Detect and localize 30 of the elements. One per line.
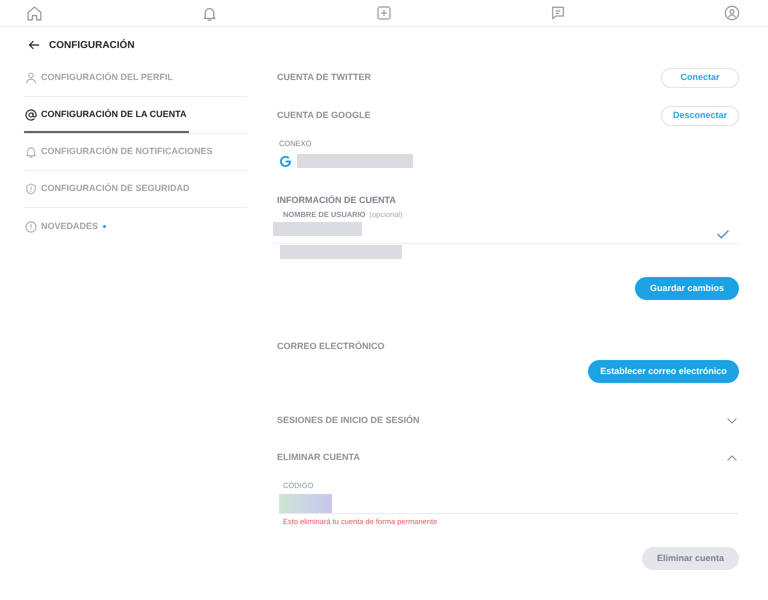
- section-title: INFORMACIÓN DE CUENTA: [277, 194, 397, 206]
- back-arrow-icon[interactable]: [28, 39, 40, 51]
- home-icon[interactable]: [26, 4, 43, 22]
- alert-circle-icon: [25, 220, 37, 232]
- code-input-field[interactable]: [279, 493, 739, 514]
- page-title: CONFIGURACIÓN: [49, 38, 135, 52]
- section-toggle[interactable]: ELIMINAR CUENTA: [277, 448, 739, 468]
- captcha-image: [279, 494, 332, 513]
- section-toggle[interactable]: SESIONES DE INICIO DE SESIÓN: [277, 411, 739, 431]
- sidebar-item[interactable]: CONFIGURACIÓN DE NOTIFICACIONES: [24, 134, 247, 171]
- section-title: CORREO ELECTRÓNICO: [277, 340, 386, 352]
- sidebar-item[interactable]: CONFIGURACIÓN DE LA CUENTA: [24, 97, 247, 134]
- bell-icon: [25, 146, 37, 158]
- sidebar-item[interactable]: CONFIGURACIÓN DE SEGURIDAD: [24, 171, 247, 208]
- add-icon[interactable]: [376, 5, 392, 21]
- disconnect-button[interactable]: Desconectar: [661, 106, 739, 126]
- sidebar-item[interactable]: CONFIGURACIÓN DEL PERFIL: [24, 60, 247, 97]
- section-title: CUENTA DE GOOGLE: [277, 109, 371, 122]
- set-email-button[interactable]: Establecer correo electrónico: [588, 360, 739, 383]
- user-icon: [25, 72, 37, 84]
- sidebar-item[interactable]: NOVEDADES: [24, 208, 247, 245]
- at-sign-icon: [25, 109, 37, 121]
- user-circle-icon[interactable]: [724, 5, 740, 21]
- shield-icon: [25, 183, 37, 195]
- g-letter-icon: [279, 154, 292, 168]
- connect-button[interactable]: Conectar: [661, 68, 739, 88]
- save-button[interactable]: Guardar cambios: [635, 277, 739, 300]
- username-field[interactable]: [273, 220, 739, 244]
- message-icon[interactable]: [550, 5, 566, 21]
- section-title: CUENTA DE TWITTER: [277, 71, 371, 84]
